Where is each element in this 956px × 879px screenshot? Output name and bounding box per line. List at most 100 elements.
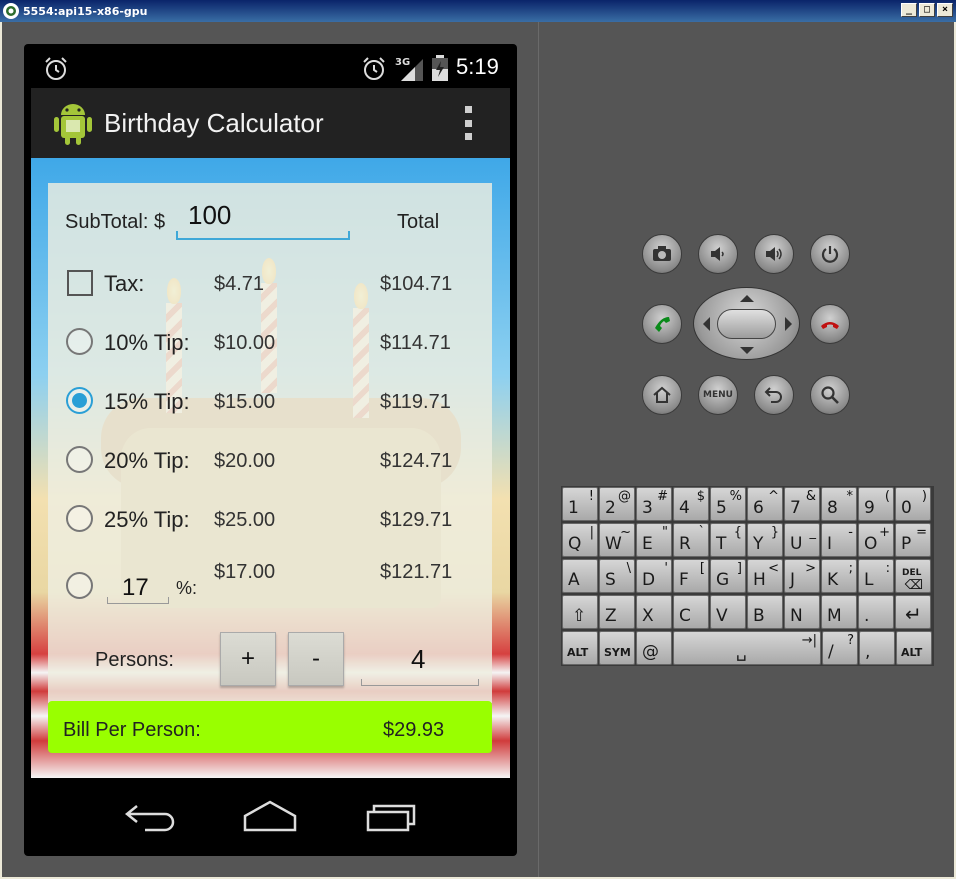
menu-key-button[interactable]: MENU xyxy=(698,375,738,415)
tip-20-label: 20% Tip: xyxy=(104,448,190,473)
call-button[interactable] xyxy=(642,304,682,344)
key-sym[interactable]: SYM xyxy=(599,631,635,665)
custom-percent-input[interactable]: 17 xyxy=(107,568,169,604)
key-j[interactable]: J > xyxy=(784,559,820,593)
key-t[interactable]: T{ xyxy=(710,523,746,557)
key-6[interactable]: 6 ^ xyxy=(747,487,783,521)
key-k[interactable]: K; xyxy=(821,559,857,593)
key-h[interactable]: H < xyxy=(747,559,783,593)
custom-tip-amount: $17.00 xyxy=(214,561,276,583)
key-enter[interactable]: ↵ xyxy=(895,595,931,629)
key-8[interactable]: 8 * xyxy=(821,487,857,521)
home-icon[interactable] xyxy=(242,798,298,834)
key-at[interactable]: @ xyxy=(636,631,672,665)
custom-percent-value: 17 xyxy=(122,574,149,601)
key-0[interactable]: 0) xyxy=(895,487,931,521)
calculator-panel xyxy=(48,183,492,703)
overflow-menu-icon[interactable] xyxy=(461,106,475,140)
key-n[interactable]: N xyxy=(784,595,820,629)
app-title: Birthday Calculator xyxy=(104,108,324,138)
key-alt-right[interactable]: ALT xyxy=(896,631,932,665)
key-e[interactable]: E " xyxy=(636,523,672,557)
key-d[interactable]: D ' xyxy=(636,559,672,593)
key-period[interactable]: . xyxy=(858,595,894,629)
camera-button[interactable] xyxy=(642,234,682,274)
key-p[interactable]: P = xyxy=(895,523,931,557)
back-key-icon xyxy=(764,387,782,403)
maximize-button[interactable]: □ xyxy=(919,3,935,17)
tip-15-radio[interactable] xyxy=(66,387,93,414)
key-comma[interactable]: , xyxy=(859,631,895,665)
search-icon xyxy=(821,386,839,404)
tip-10-amount: $10.00 xyxy=(214,332,276,354)
tip-20-radio[interactable] xyxy=(66,446,93,473)
key-f[interactable]: F[ xyxy=(673,559,709,593)
key-s[interactable]: S \ xyxy=(599,559,635,593)
persons-plus-button[interactable]: + xyxy=(220,632,276,686)
key-1[interactable]: 1! xyxy=(562,487,598,521)
subtotal-input[interactable]: 100 xyxy=(176,200,350,240)
tax-checkbox[interactable] xyxy=(67,270,93,296)
key-shift[interactable]: ⇧ xyxy=(562,595,598,629)
close-button[interactable]: × xyxy=(937,3,953,17)
key-2[interactable]: 2 @ xyxy=(599,487,635,521)
key-5[interactable]: 5% xyxy=(710,487,746,521)
tip-25-radio[interactable] xyxy=(66,505,93,532)
custom-percent-label: %: xyxy=(176,578,198,598)
bill-per-person-value: $29.93 xyxy=(383,719,445,741)
tip-10-label: 10% Tip: xyxy=(104,330,190,355)
key-o[interactable]: O + xyxy=(858,523,894,557)
persons-label: Persons: xyxy=(95,649,174,671)
tax-label: Tax: xyxy=(104,271,145,296)
power-button[interactable] xyxy=(810,234,850,274)
subtotal-value: 100 xyxy=(188,200,232,230)
key-w[interactable]: W ~ xyxy=(599,523,635,557)
volume-up-button[interactable] xyxy=(754,234,794,274)
key-7[interactable]: 7 & xyxy=(784,487,820,521)
key-m[interactable]: M xyxy=(821,595,857,629)
key-r[interactable]: R ` xyxy=(673,523,709,557)
key-z[interactable]: Z xyxy=(599,595,635,629)
key-4[interactable]: 4 $ xyxy=(673,487,709,521)
key-9[interactable]: 9( xyxy=(858,487,894,521)
tip-20-amount: $20.00 xyxy=(214,450,276,472)
window-title: 5554:api15-x86-gpu xyxy=(23,4,148,18)
tip-10-radio[interactable] xyxy=(66,328,93,355)
key-q[interactable]: Q | xyxy=(562,523,598,557)
end-call-button[interactable] xyxy=(810,304,850,344)
camera-icon xyxy=(653,246,671,261)
key-x[interactable]: X xyxy=(636,595,672,629)
key-b[interactable]: B xyxy=(747,595,783,629)
key-3[interactable]: 3 # xyxy=(636,487,672,521)
dpad-center-button[interactable] xyxy=(717,309,776,339)
key-u[interactable]: U _ xyxy=(784,523,820,557)
back-key-button[interactable] xyxy=(754,375,794,415)
key-space[interactable]: ␣ →| xyxy=(673,631,821,665)
recent-apps-icon[interactable] xyxy=(364,798,420,834)
key-a[interactable]: A xyxy=(562,559,598,593)
minimize-button[interactable]: _ xyxy=(901,3,917,17)
home-key-button[interactable] xyxy=(642,375,682,415)
key-del[interactable]: DEL ⌫ xyxy=(895,559,931,593)
battery-icon xyxy=(432,55,448,81)
volume-down-button[interactable] xyxy=(698,234,738,274)
persons-minus-button[interactable]: - xyxy=(288,632,344,686)
emulator-app-icon xyxy=(3,3,19,19)
key-i[interactable]: I- xyxy=(821,523,857,557)
network-type-label: 3G xyxy=(395,57,410,68)
power-icon xyxy=(821,246,839,263)
back-icon[interactable] xyxy=(123,798,179,834)
key-alt-left[interactable]: ALT xyxy=(562,631,598,665)
key-g[interactable]: G] xyxy=(710,559,746,593)
key-l[interactable]: L: xyxy=(858,559,894,593)
tip-20-total: $124.71 xyxy=(380,450,453,472)
custom-tip-radio[interactable] xyxy=(66,572,93,599)
key-y[interactable]: Y} xyxy=(747,523,783,557)
key-v[interactable]: V xyxy=(710,595,746,629)
window-titlebar: 5554:api15-x86-gpu _ □ × xyxy=(0,0,956,22)
key-slash[interactable]: /? xyxy=(822,631,858,665)
key-c[interactable]: C xyxy=(673,595,709,629)
persons-input[interactable]: 4 xyxy=(361,640,479,686)
tax-amount: $4.71 xyxy=(214,273,265,295)
search-key-button[interactable] xyxy=(810,375,850,415)
